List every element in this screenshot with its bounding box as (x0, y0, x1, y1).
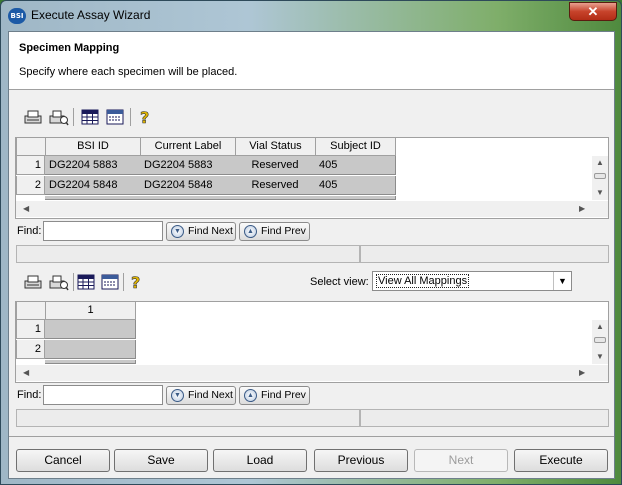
scroll-left-icon[interactable]: ◀ (23, 368, 29, 378)
row-header[interactable]: 1 (16, 320, 45, 339)
status-field (360, 409, 609, 427)
row-header[interactable]: 2 (16, 176, 45, 195)
column-header[interactable]: 1 (45, 302, 136, 320)
scroll-right-icon[interactable]: ▶ (579, 368, 585, 378)
table-cell[interactable]: DG2204 5883 (45, 156, 141, 175)
wizard-window: BSI Execute Assay Wizard ✕ Specimen Mapp… (0, 0, 622, 485)
corner-header (16, 302, 46, 320)
find-next-button[interactable]: ▼ Find Next (166, 222, 236, 241)
toolbar-separator (130, 108, 131, 126)
svg-text:?: ? (140, 108, 149, 126)
previous-button[interactable]: Previous (314, 449, 408, 472)
horizontal-scrollbar[interactable]: ◀ ▶ (16, 365, 608, 381)
find-label: Find: (17, 225, 42, 237)
scroll-up-icon[interactable]: ▲ (596, 158, 604, 168)
button-bar-divider (9, 436, 614, 437)
status-field (16, 409, 360, 427)
arrow-up-icon: ▲ (244, 389, 257, 402)
status-field (360, 245, 609, 263)
print-icon[interactable] (23, 273, 43, 291)
print-icon[interactable] (23, 108, 43, 126)
svg-text:?: ? (131, 273, 140, 291)
partial-row (45, 196, 396, 200)
chevron-down-icon[interactable]: ▼ (553, 272, 571, 290)
print-preview-icon[interactable] (49, 273, 69, 291)
window-title: Execute Assay Wizard (31, 8, 151, 22)
toolbar-separator (123, 273, 124, 291)
scroll-down-icon[interactable]: ▼ (596, 188, 604, 198)
table-cell[interactable]: DG2204 5848 (140, 176, 236, 195)
status-field (16, 245, 360, 263)
find-input[interactable] (43, 385, 163, 405)
load-button[interactable]: Load (213, 449, 307, 472)
view-select-value: View All Mappings (376, 274, 470, 288)
close-window-button[interactable]: ✕ (569, 2, 617, 21)
table-cell[interactable]: DG2204 5883 (140, 156, 236, 175)
find-prev-button[interactable]: ▲ Find Prev (239, 222, 310, 241)
table-cell[interactable]: DG2204 5848 (45, 176, 141, 195)
cancel-button[interactable]: Cancel (16, 449, 110, 472)
arrow-down-icon: ▼ (171, 225, 184, 238)
table-view-icon[interactable] (80, 108, 100, 126)
scroll-left-icon[interactable]: ◀ (23, 204, 29, 214)
wizard-client-area: Specimen Mapping Specify where each spec… (8, 31, 615, 479)
scroll-up-icon[interactable]: ▲ (596, 322, 604, 332)
corner-header (16, 138, 46, 156)
title-bar[interactable]: BSI Execute Assay Wizard ✕ (1, 1, 621, 31)
column-header[interactable]: Vial Status (235, 138, 316, 156)
page-description: Specify where each specimen will be plac… (19, 66, 238, 78)
help-icon[interactable]: ? (127, 273, 147, 293)
table-cell[interactable] (45, 340, 136, 359)
find-next-label: Find Next (188, 225, 233, 237)
column-chooser-icon[interactable] (105, 108, 125, 126)
toolbar-separator (73, 273, 74, 291)
row-header[interactable]: 2 (16, 340, 45, 359)
toolbar-separator (73, 108, 74, 126)
scroll-right-icon[interactable]: ▶ (579, 204, 585, 214)
specimen-table[interactable]: BSI ID Current Label Vial Status Subject… (15, 137, 609, 219)
vertical-scrollbar[interactable]: ▲ ▼ (592, 156, 608, 200)
column-header[interactable]: Current Label (140, 138, 236, 156)
horizontal-scrollbar[interactable]: ◀ ▶ (16, 201, 608, 217)
scroll-thumb[interactable] (594, 173, 606, 179)
save-button[interactable]: Save (114, 449, 208, 472)
table-cell[interactable] (45, 320, 136, 339)
vertical-scrollbar[interactable]: ▲ ▼ (592, 320, 608, 364)
wizard-header: Specimen Mapping Specify where each spec… (9, 32, 614, 90)
find-input[interactable] (43, 221, 163, 241)
find-prev-button[interactable]: ▲ Find Prev (239, 386, 310, 405)
page-title: Specimen Mapping (19, 42, 120, 54)
app-icon: BSI (8, 8, 26, 24)
table-cell[interactable]: Reserved (235, 156, 316, 175)
find-prev-label: Find Prev (261, 225, 306, 237)
partial-row (45, 360, 136, 364)
scroll-down-icon[interactable]: ▼ (596, 352, 604, 362)
execute-button[interactable]: Execute (514, 449, 608, 472)
table-view-icon[interactable] (76, 273, 96, 291)
view-select[interactable]: View All Mappings ▼ (372, 271, 572, 291)
find-next-label: Find Next (188, 389, 233, 401)
next-button[interactable]: Next (414, 449, 508, 472)
table-cell[interactable]: 405 (315, 156, 396, 175)
select-view-label: Select view: (310, 276, 369, 288)
print-preview-icon[interactable] (49, 108, 69, 126)
column-chooser-icon[interactable] (100, 273, 120, 291)
arrow-down-icon: ▼ (171, 389, 184, 402)
mapping-table[interactable]: 1 1 2 ▲ ▼ ◀ ▶ (15, 301, 609, 383)
scroll-thumb[interactable] (594, 337, 606, 343)
table-cell[interactable]: Reserved (235, 176, 316, 195)
table-cell[interactable]: 405 (315, 176, 396, 195)
arrow-up-icon: ▲ (244, 225, 257, 238)
row-header[interactable]: 1 (16, 156, 45, 175)
column-header[interactable]: BSI ID (45, 138, 141, 156)
find-next-button[interactable]: ▼ Find Next (166, 386, 236, 405)
find-label: Find: (17, 389, 42, 401)
find-prev-label: Find Prev (261, 389, 306, 401)
help-icon[interactable]: ? (136, 108, 156, 128)
column-header[interactable]: Subject ID (315, 138, 396, 156)
